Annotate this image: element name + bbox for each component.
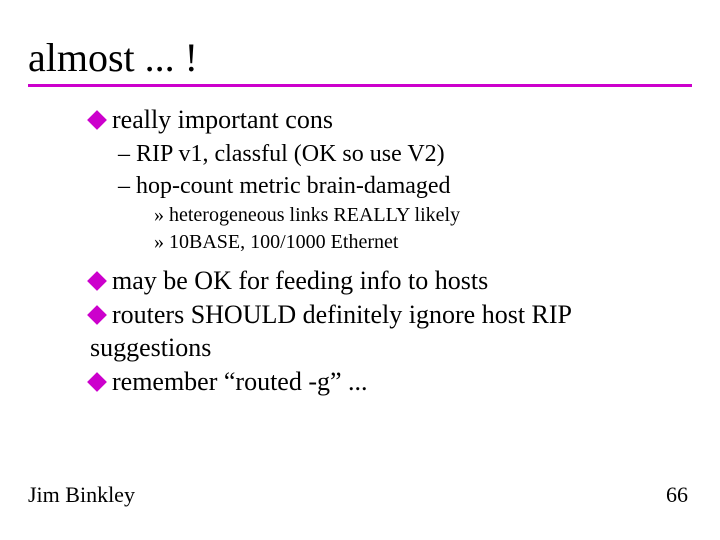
- bullet-4-text: remember “routed -g” ...: [112, 367, 368, 396]
- bullet-2-line: may be OK for feeding info to hosts: [90, 265, 690, 298]
- bullet-4: remember “routed -g” ...: [90, 366, 690, 399]
- bullet-1-sub2-2: » 10BASE, 100/1000 Ethernet: [154, 230, 690, 255]
- bullet-1-sub-1: – RIP v1, classful (OK so use V2): [118, 139, 690, 169]
- bullet-1-sub2-1: » heterogeneous links REALLY likely: [154, 203, 690, 228]
- diamond-icon: [87, 110, 107, 130]
- bullet-3: routers SHOULD definitely ignore host RI…: [90, 299, 690, 364]
- slide-title: almost ... !: [28, 38, 198, 78]
- diamond-icon: [87, 271, 107, 291]
- diamond-icon: [87, 372, 107, 392]
- bullet-4-line: remember “routed -g” ...: [90, 366, 690, 399]
- bullet-2-text: may be OK for feeding info to hosts: [112, 266, 488, 295]
- diamond-icon: [87, 305, 107, 325]
- bullet-3-line: routers SHOULD definitely ignore host RI…: [90, 299, 690, 364]
- bullet-2: may be OK for feeding info to hosts: [90, 265, 690, 298]
- page-number: 66: [666, 482, 688, 508]
- bullet-1-line: really important cons: [90, 104, 690, 137]
- bullet-1: really important cons – RIP v1, classful…: [90, 104, 690, 255]
- bullet-3-text: routers SHOULD definitely ignore host RI…: [90, 300, 571, 362]
- footer-author: Jim Binkley: [28, 482, 135, 508]
- title-underline: [28, 84, 692, 87]
- bullet-1-sub-2: – hop-count metric brain-damaged: [118, 171, 690, 201]
- slide-body: really important cons – RIP v1, classful…: [90, 102, 690, 401]
- bullet-1-text: really important cons: [112, 105, 333, 134]
